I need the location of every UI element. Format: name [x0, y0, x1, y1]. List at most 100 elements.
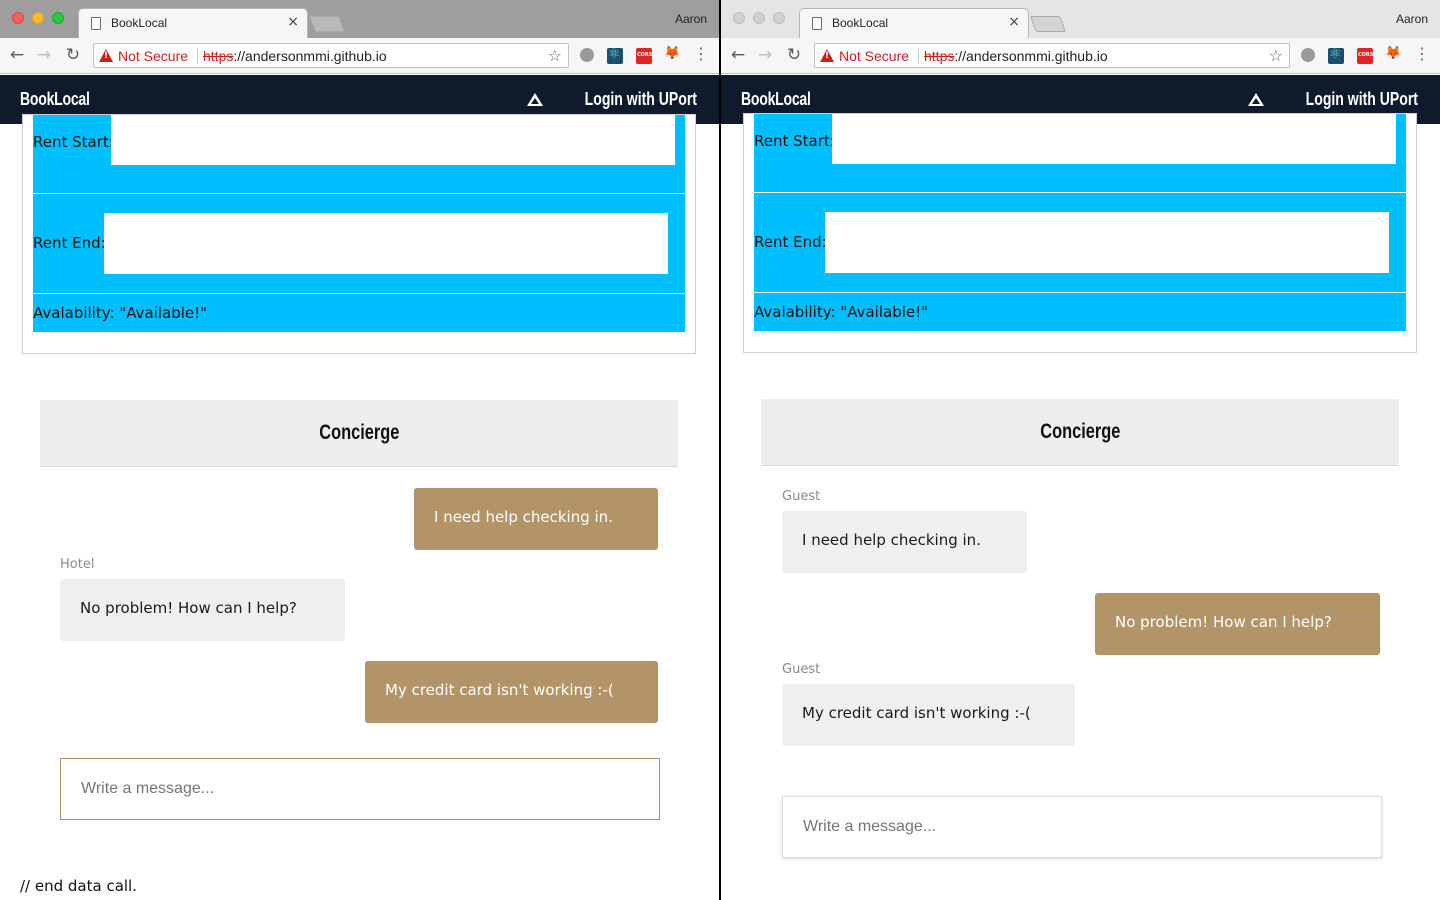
login-label: Login with UPort: [1305, 89, 1418, 109]
url-scheme: https: [203, 48, 234, 64]
close-window-button[interactable]: [12, 12, 24, 24]
uport-icon: [527, 93, 544, 106]
rent-end-input[interactable]: [825, 212, 1389, 273]
back-arrow-icon[interactable]: ←: [728, 45, 748, 65]
new-tab-button[interactable]: [309, 16, 345, 32]
message-input[interactable]: [60, 758, 660, 820]
browser-toolbar: ← → ↻ Not Secure https://andersonmmi.git…: [0, 38, 719, 74]
availability-row: Avalability: "Available!": [754, 293, 1406, 331]
cors-icon[interactable]: [636, 48, 652, 64]
availability-row: Avalability: "Available!": [33, 294, 685, 332]
chat-message-outgoing: My credit card isn't working :-(: [365, 661, 658, 723]
page-content: Rent Start: Rent End: Avalability: "Avai…: [0, 114, 719, 900]
bookmark-star-icon[interactable]: ☆: [548, 46, 562, 65]
tab-title: BookLocal: [111, 16, 168, 30]
booking-card: Rent Start: Rent End: Avalability: "Avai…: [743, 113, 1417, 353]
minimize-window-button[interactable]: [753, 12, 765, 24]
maximize-window-button[interactable]: [52, 12, 64, 24]
browser-tab[interactable]: BookLocal ×: [799, 8, 1029, 39]
availability-text: Avalability: "Available!": [33, 304, 208, 322]
page-content: Rent Start: Rent End: Avalability: "Avai…: [721, 113, 1440, 900]
uport-icon: [1248, 93, 1265, 106]
chat-message-outgoing: I need help checking in.: [414, 488, 658, 550]
forward-arrow-icon[interactable]: →: [34, 45, 54, 65]
metamask-fox-icon[interactable]: [1385, 46, 1401, 64]
browser-window-left: BookLocal × Aaron ← → ↻ Not Secure https…: [0, 0, 719, 900]
concierge-header: Concierge: [40, 400, 678, 467]
rent-end-row: Rent End:: [754, 193, 1406, 292]
title-bar: BookLocal × Aaron: [0, 0, 719, 39]
close-window-button[interactable]: [733, 12, 745, 24]
chat-message-incoming: No problem! How can I help?: [60, 579, 345, 641]
concierge-header: Concierge: [761, 399, 1399, 466]
rent-start-row: Rent Start:: [33, 115, 685, 193]
cors-icon[interactable]: [1357, 48, 1373, 64]
brand-logo[interactable]: BookLocal: [20, 89, 90, 110]
rent-start-row: Rent Start:: [754, 114, 1406, 192]
minimize-window-button[interactable]: [32, 12, 44, 24]
rent-end-label: Rent End:: [754, 233, 827, 251]
browser-toolbar: ← → ↻ Not Secure https://andersonmmi.git…: [721, 38, 1440, 74]
document-icon: [812, 17, 822, 30]
chat-message-incoming: My credit card isn't working :-(: [782, 684, 1075, 746]
url-text[interactable]: https://andersonmmi.github.io: [203, 48, 387, 64]
sender-label: Guest: [782, 489, 821, 504]
chat-message-outgoing: No problem! How can I help?: [1095, 593, 1380, 655]
tab-title: BookLocal: [832, 16, 889, 30]
bug-icon[interactable]: [580, 48, 594, 62]
rent-end-row: Rent End:: [33, 194, 685, 293]
rent-end-label: Rent End:: [33, 234, 106, 252]
login-label: Login with UPort: [584, 89, 697, 109]
bug-icon[interactable]: [1301, 48, 1315, 62]
sender-label: Hotel: [60, 557, 95, 572]
availability-text: Avalability: "Available!": [754, 303, 929, 321]
booking-card: Rent Start: Rent End: Avalability: "Avai…: [22, 114, 696, 354]
url-scheme: https: [924, 48, 955, 64]
rent-start-label: Rent Start:: [33, 133, 114, 151]
warning-icon[interactable]: [99, 49, 113, 62]
tab-close-icon[interactable]: ×: [1008, 14, 1020, 30]
security-label[interactable]: Not Secure: [839, 48, 909, 64]
chat-message-incoming: I need help checking in.: [782, 511, 1027, 573]
rent-start-input[interactable]: [832, 114, 1396, 164]
login-uport-button[interactable]: Login with UPort: [1248, 89, 1418, 110]
document-icon: [91, 17, 101, 30]
address-bar[interactable]: Not Secure https://andersonmmi.github.io…: [814, 43, 1290, 68]
new-tab-button[interactable]: [1030, 16, 1066, 32]
profile-name[interactable]: Aaron: [675, 12, 707, 26]
divider: [197, 48, 198, 64]
rent-start-label: Rent Start:: [754, 132, 835, 150]
react-devtools-icon[interactable]: [1328, 46, 1344, 64]
divider: [918, 48, 919, 64]
metamask-fox-icon[interactable]: [664, 46, 680, 64]
title-bar: BookLocal × Aaron: [721, 0, 1440, 39]
footer-text: // end data call.: [20, 877, 137, 895]
brand-logo[interactable]: BookLocal: [741, 89, 811, 110]
warning-icon[interactable]: [820, 49, 834, 62]
browser-tab[interactable]: BookLocal ×: [78, 8, 308, 39]
address-bar[interactable]: Not Secure https://andersonmmi.github.io…: [93, 43, 569, 68]
concierge-title: Concierge: [1039, 420, 1121, 443]
login-uport-button[interactable]: Login with UPort: [527, 89, 697, 110]
bookmark-star-icon[interactable]: ☆: [1269, 46, 1283, 65]
url-text[interactable]: https://andersonmmi.github.io: [924, 48, 1108, 64]
url-host: ://andersonmmi.github.io: [954, 48, 1108, 64]
browser-window-right: BookLocal × Aaron ← → ↻ Not Secure https…: [721, 0, 1440, 900]
sender-label: Guest: [782, 662, 821, 677]
message-input[interactable]: [782, 796, 1382, 858]
profile-name[interactable]: Aaron: [1396, 12, 1428, 26]
reload-icon[interactable]: ↻: [784, 45, 804, 65]
tab-close-icon[interactable]: ×: [287, 14, 299, 30]
back-arrow-icon[interactable]: ←: [7, 45, 27, 65]
menu-kebab-icon[interactable]: ⋮: [693, 44, 709, 63]
menu-kebab-icon[interactable]: ⋮: [1414, 44, 1430, 63]
forward-arrow-icon[interactable]: →: [755, 45, 775, 65]
rent-end-input[interactable]: [104, 213, 668, 274]
react-devtools-icon[interactable]: [607, 46, 623, 64]
reload-icon[interactable]: ↻: [63, 45, 83, 65]
security-label[interactable]: Not Secure: [118, 48, 188, 64]
concierge-title: Concierge: [318, 421, 400, 444]
url-host: ://andersonmmi.github.io: [233, 48, 387, 64]
maximize-window-button[interactable]: [773, 12, 785, 24]
rent-start-input[interactable]: [111, 115, 675, 165]
